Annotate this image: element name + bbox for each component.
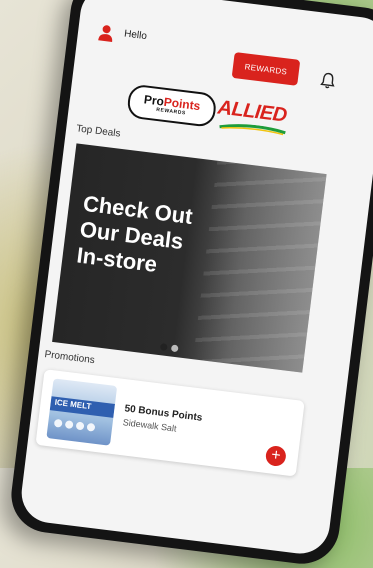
bell-icon[interactable] (319, 71, 337, 91)
store-shelves-image (193, 160, 327, 373)
carousel-dot-1[interactable] (159, 343, 168, 351)
top-deals-heading: Top Deals (75, 123, 122, 140)
brand-logos: ProPoints REWARDS ALLIED (126, 82, 300, 142)
banner-headline: Check Out Our Deals In-store (75, 191, 194, 282)
propoints-pro-text: Pro (143, 92, 165, 109)
promotion-product-image: ICE MELT (46, 378, 118, 446)
promotions-heading: Promotions (43, 349, 96, 367)
top-bar: Hello REWARDS (74, 0, 373, 100)
carousel-dot-2[interactable] (170, 344, 179, 353)
greeting-text: Hello (123, 28, 148, 43)
propoints-logo: ProPoints REWARDS (126, 83, 218, 128)
user-icon[interactable] (97, 23, 115, 43)
phone-device: Hello REWARDS ProPoints REWARDS ALLIED T… (7, 0, 373, 568)
promotion-card[interactable]: ICE MELT 50 Bonus Points Sidewalk Salt + (35, 369, 305, 477)
deals-banner[interactable]: Check Out Our Deals In-store (52, 143, 327, 373)
add-promotion-button[interactable]: + (264, 444, 288, 468)
app-screen: Hello REWARDS ProPoints REWARDS ALLIED T… (18, 0, 373, 557)
rewards-button[interactable]: REWARDS (231, 52, 301, 86)
